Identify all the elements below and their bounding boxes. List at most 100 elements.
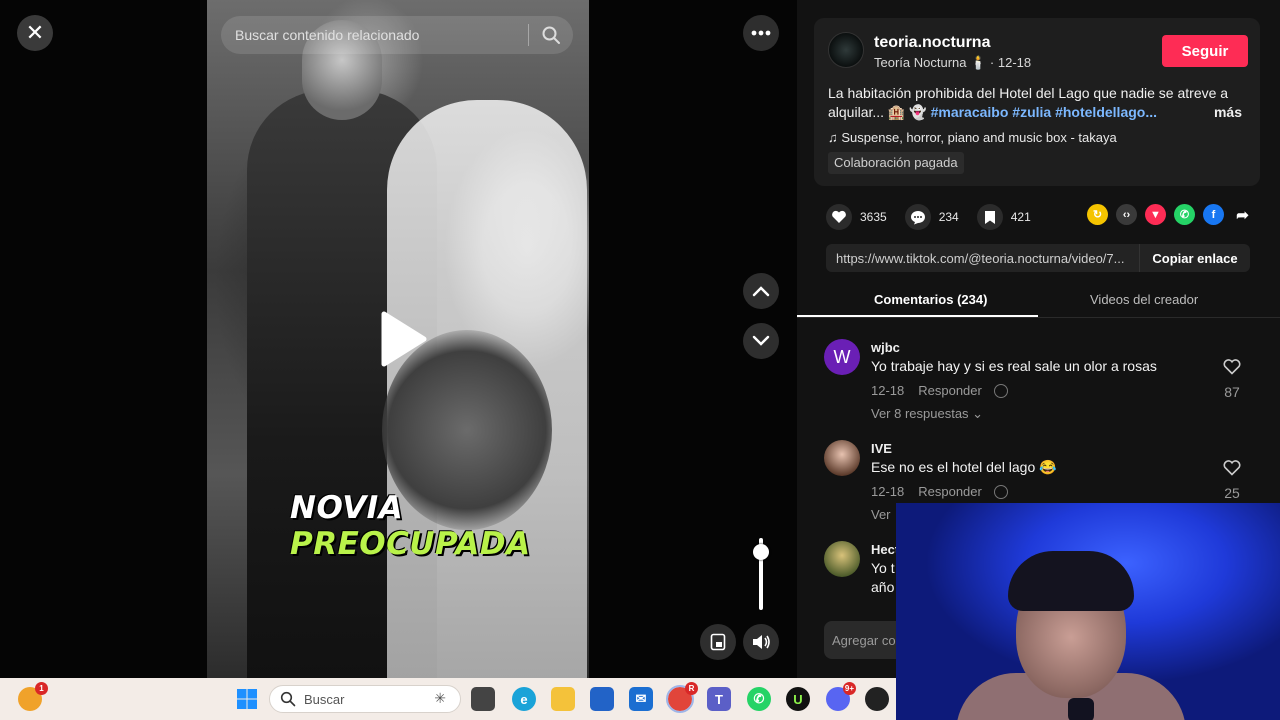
- commenter-username[interactable]: Hect: [871, 542, 899, 557]
- view-replies-link[interactable]: Ver 8 respuestas ⌄: [871, 406, 983, 422]
- creator-avatar[interactable]: [828, 32, 864, 68]
- save-action[interactable]: 421: [976, 204, 1031, 230]
- chevron-up-icon: [752, 286, 770, 297]
- video-link[interactable]: https://www.tiktok.com/@teoria.nocturna/…: [826, 251, 1139, 266]
- search-icon: [280, 691, 296, 707]
- view-replies-link[interactable]: Ver: [871, 507, 891, 522]
- next-video-button[interactable]: [743, 323, 779, 359]
- mute-button[interactable]: [743, 624, 779, 660]
- commenter-avatar[interactable]: [824, 541, 860, 577]
- edge-icon[interactable]: e: [512, 687, 536, 711]
- play-icon[interactable]: [378, 310, 428, 368]
- repost-icon[interactable]: ↻: [1087, 204, 1108, 225]
- creator-display-name: Teoría Nocturna: [874, 55, 967, 70]
- copy-link-button[interactable]: Copiar enlace: [1139, 244, 1250, 272]
- discord-icon[interactable]: 9+: [826, 682, 856, 711]
- music-note-icon: ♫: [828, 130, 842, 145]
- windows-taskbar: 1 Buscar ✳ e ✉ R T ✆ U 9+: [0, 678, 896, 720]
- music-title: Suspense, horror, piano and music box - …: [841, 130, 1117, 145]
- heart-outline-icon: [1223, 359, 1241, 375]
- share-buttons: ↻ ‹› ▼ ✆ f ➦: [1087, 204, 1261, 225]
- heart-outline-icon: [1223, 460, 1241, 476]
- comment-like[interactable]: 25: [1220, 460, 1244, 501]
- search-icon[interactable]: [541, 25, 561, 45]
- file-explorer-icon[interactable]: [551, 687, 575, 711]
- commenter-username[interactable]: wjbc: [871, 340, 900, 355]
- comment-date: 12-18: [871, 383, 905, 398]
- reply-button[interactable]: Responder: [918, 383, 982, 398]
- task-view-icon[interactable]: [471, 687, 495, 711]
- send-to-friends-icon[interactable]: ▼: [1145, 204, 1166, 225]
- video-stage: ✕ Buscar contenido relacionado NOVIA PRE…: [0, 0, 797, 678]
- hashtag-link[interactable]: #hoteldellago...: [1055, 104, 1157, 120]
- panel-tabs: Comentarios (234) Videos del creador: [797, 288, 1280, 318]
- creator-subline: Teoría Nocturna 🕯️ · 12-18: [874, 55, 1031, 71]
- related-search-input[interactable]: Buscar contenido relacionado: [221, 16, 573, 54]
- post-date: 12-18: [997, 55, 1032, 70]
- heart-icon: [826, 204, 852, 230]
- upwork-icon[interactable]: U: [786, 687, 810, 711]
- teams-icon[interactable]: T: [707, 687, 731, 711]
- comment-text: Yo trabaje hay y si es real sale un olor…: [871, 358, 1157, 374]
- comment-item: W wjbc Yo trabaje hay y si es real sale …: [824, 339, 1254, 429]
- screen: ✕ Buscar contenido relacionado NOVIA PRE…: [0, 0, 1280, 720]
- bookmark-icon: [976, 204, 1003, 230]
- comment-like-count: 87: [1224, 384, 1240, 400]
- picture-in-picture-button[interactable]: [700, 624, 736, 660]
- like-count: 3635: [860, 210, 887, 224]
- mail-icon[interactable]: ✉: [629, 687, 653, 711]
- commenter-username[interactable]: IVE: [871, 441, 892, 456]
- like-action[interactable]: 3635: [826, 204, 887, 230]
- comment-like[interactable]: 87: [1220, 359, 1244, 400]
- see-more-link[interactable]: más: [1214, 103, 1242, 122]
- comment-text: Ese no es el hotel del lago 😂: [871, 459, 1057, 475]
- close-button[interactable]: ✕: [17, 15, 53, 51]
- weather-widget-icon[interactable]: 1: [18, 682, 48, 711]
- microphone: [1068, 698, 1094, 720]
- reply-button[interactable]: Responder: [918, 484, 982, 499]
- commenter-avatar[interactable]: [824, 440, 860, 476]
- comment-text: Yo t: [871, 560, 895, 576]
- candle-emoji: 🕯️ ·: [970, 55, 998, 70]
- related-search-placeholder: Buscar contenido relacionado: [235, 27, 420, 43]
- taskbar-search-input[interactable]: Buscar ✳: [269, 685, 461, 713]
- follow-button[interactable]: Seguir: [1162, 35, 1248, 67]
- webcam-person-hair: [1008, 551, 1134, 611]
- comment-action[interactable]: 234: [904, 204, 959, 230]
- video-caption: NOVIA PREOCUPADA: [290, 490, 531, 562]
- whatsapp-taskbar-icon[interactable]: ✆: [747, 687, 771, 711]
- video-description: La habitación prohibida del Hotel del La…: [828, 84, 1248, 122]
- weather-badge: 1: [35, 682, 48, 695]
- search-highlight-icon: ✳: [434, 690, 446, 706]
- taskbar-search-label: Buscar: [304, 691, 345, 707]
- creator-username[interactable]: teoria.nocturna: [874, 34, 990, 52]
- previous-video-button[interactable]: [743, 273, 779, 309]
- store-icon[interactable]: [590, 687, 614, 711]
- chrome-icon[interactable]: R: [666, 682, 698, 713]
- whatsapp-icon[interactable]: ✆: [1174, 204, 1195, 225]
- windows-logo-icon: [237, 689, 257, 709]
- music-track[interactable]: ♫ Suspense, horror, piano and music box …: [828, 130, 1117, 145]
- commenter-avatar[interactable]: W: [824, 339, 860, 375]
- facebook-icon[interactable]: f: [1203, 204, 1224, 225]
- obs-icon[interactable]: [865, 687, 889, 711]
- share-arrow-icon[interactable]: ➦: [1232, 204, 1253, 225]
- start-button[interactable]: [235, 687, 259, 711]
- video-info-card: teoria.nocturna Teoría Nocturna 🕯️ · 12-…: [814, 18, 1260, 186]
- volume-slider-handle[interactable]: [753, 544, 769, 561]
- search-divider: [528, 24, 529, 46]
- hashtag-link[interactable]: #maracaibo: [931, 104, 1009, 120]
- close-icon: ✕: [25, 20, 45, 45]
- discord-badge: 9+: [842, 682, 856, 695]
- comment-meta: 12-18 Responder: [871, 383, 1008, 398]
- hashtag-link[interactable]: #zulia: [1012, 104, 1051, 120]
- comment-date: 12-18: [871, 484, 905, 499]
- more-icon: [751, 30, 771, 36]
- comment-meta: 12-18 Responder: [871, 484, 1008, 499]
- comment-text-line-2: año: [871, 579, 895, 595]
- embed-icon[interactable]: ‹›: [1116, 204, 1137, 225]
- more-options-button[interactable]: [743, 15, 779, 51]
- tab-creator-videos[interactable]: Videos del creador: [1090, 292, 1198, 307]
- tab-comments[interactable]: Comentarios (234): [874, 292, 987, 307]
- active-tab-indicator: [797, 315, 1038, 317]
